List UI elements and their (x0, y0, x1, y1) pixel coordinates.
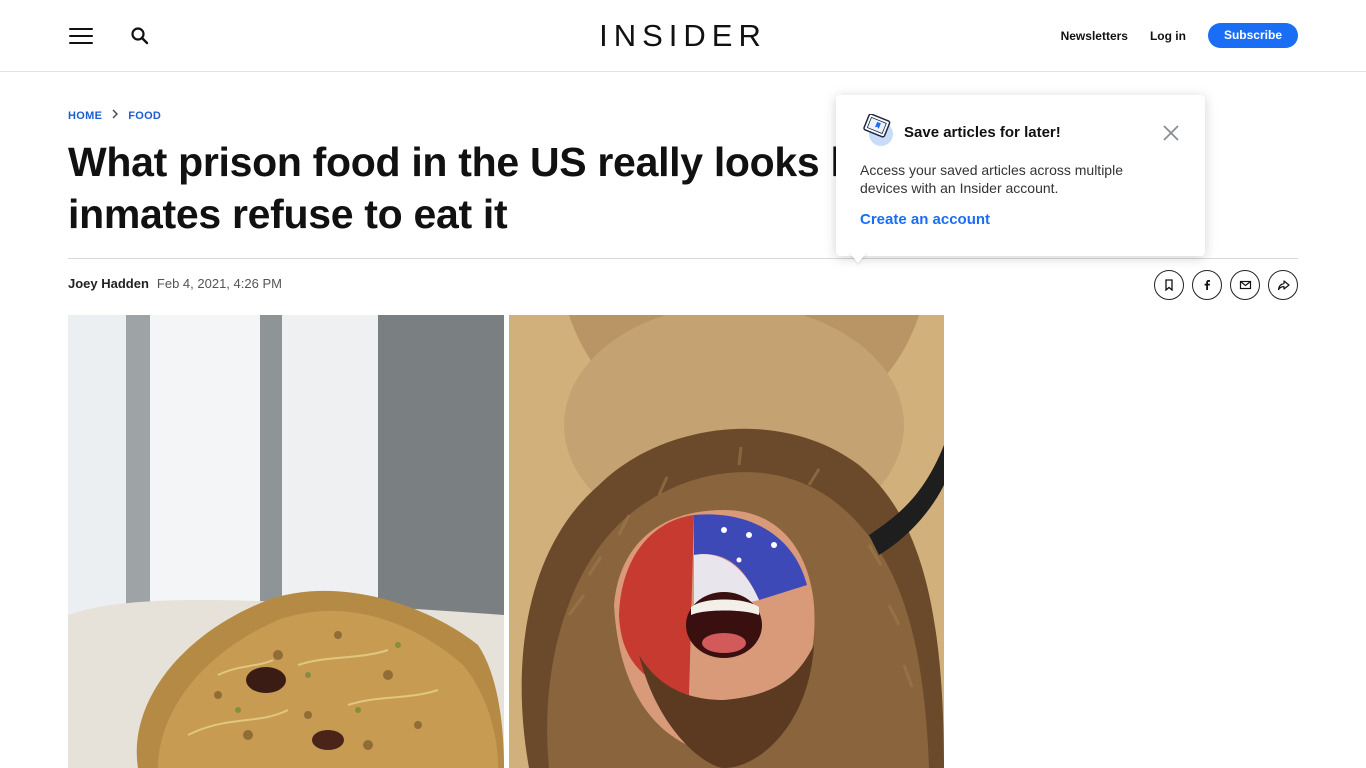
author-name[interactable]: Joey Hadden (68, 276, 149, 291)
facebook-icon[interactable] (1192, 270, 1222, 300)
site-header: INSIDER Newsletters Log in Subscribe (0, 0, 1366, 72)
login-link[interactable]: Log in (1150, 29, 1186, 43)
create-account-link[interactable]: Create an account (860, 211, 990, 228)
search-icon[interactable] (130, 26, 150, 46)
popover-pointer (848, 251, 868, 263)
prison-food-photo (68, 315, 504, 768)
site-logo[interactable]: INSIDER (598, 18, 768, 54)
tablet-bookmark-icon (861, 113, 895, 146)
save-articles-popover: Save articles for later! Access your sav… (836, 95, 1205, 256)
share-icon[interactable] (1268, 270, 1298, 300)
chevron-right-icon (108, 109, 122, 122)
divider (68, 258, 1298, 259)
header-actions: Newsletters Log in Subscribe (1061, 23, 1298, 48)
breadcrumb-home[interactable]: HOME (68, 110, 102, 122)
hero-image (68, 315, 944, 768)
close-icon[interactable] (1161, 123, 1181, 143)
breadcrumb-food[interactable]: FOOD (128, 110, 161, 122)
newsletters-link[interactable]: Newsletters (1061, 29, 1128, 43)
byline: Joey Hadden Feb 4, 2021, 4:26 PM (68, 276, 282, 291)
popover-title: Save articles for later! (904, 124, 1061, 141)
share-bar (1154, 270, 1298, 300)
popover-body: Access your saved articles across multip… (860, 162, 1123, 196)
email-icon[interactable] (1230, 270, 1260, 300)
breadcrumb: HOME FOOD (68, 109, 161, 122)
face-paint-photo (509, 315, 944, 768)
bookmark-icon[interactable] (1154, 270, 1184, 300)
publish-date: Feb 4, 2021, 4:26 PM (156, 276, 282, 291)
menu-icon[interactable] (69, 27, 93, 45)
subscribe-button[interactable]: Subscribe (1207, 23, 1298, 48)
